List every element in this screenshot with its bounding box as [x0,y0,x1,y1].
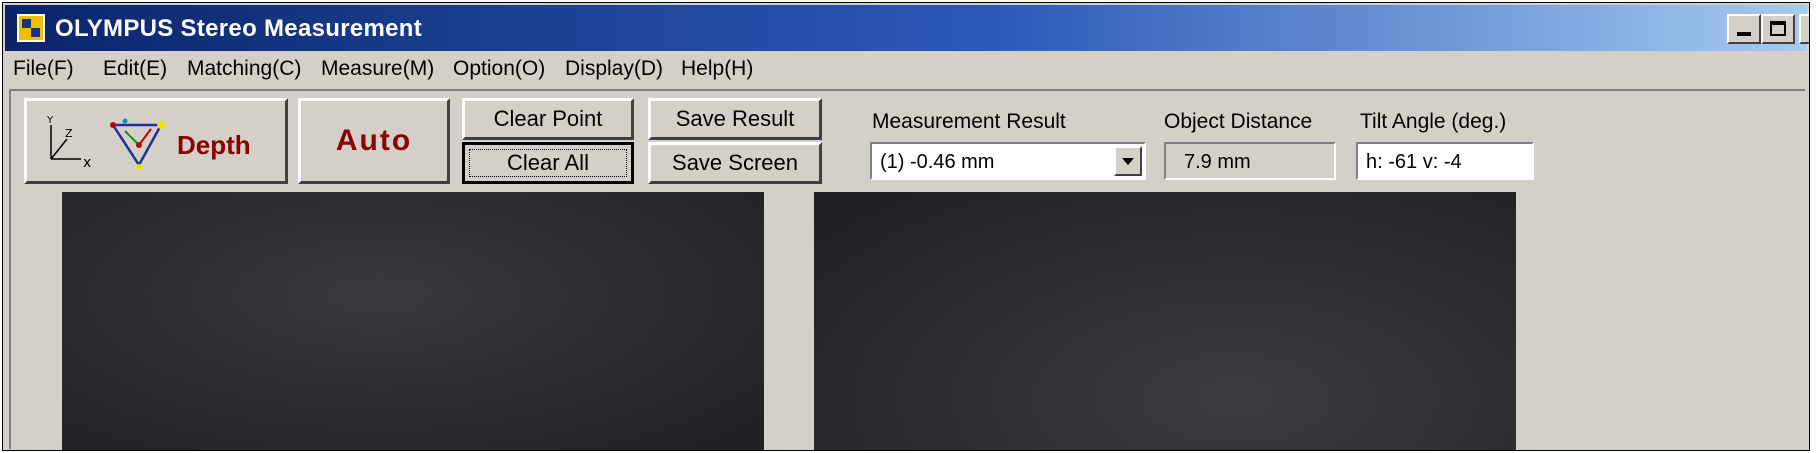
window-title: OLYMPUS Stereo Measurement [55,15,423,42]
dropdown-button[interactable] [1114,146,1142,176]
close-icon: ✕ [1807,18,1809,40]
menu-help[interactable]: Help(H) [681,57,753,81]
tilt-angle-field: h: -61 v: -4 [1356,142,1534,180]
app-logo-icon[interactable] [17,14,45,42]
clear-point-label: Clear Point [493,106,603,131]
object-distance-value: 7.9 mm [1184,151,1251,173]
tilt-angle-value: h: -61 v: -4 [1366,151,1462,173]
xyz-axes-icon: Y Z x [46,115,91,171]
minimize-icon [1737,32,1751,36]
auto-button[interactable]: Auto [298,98,450,184]
tilt-angle-label: Tilt Angle (deg.) [1360,110,1507,133]
save-result-label: Save Result [675,106,795,131]
focus-rectangle [469,149,627,177]
object-distance-field: 7.9 mm [1164,142,1336,180]
right-stereo-image[interactable] [814,192,1516,450]
menu-file[interactable]: File(F) [13,57,74,81]
save-result-button[interactable]: Save Result [648,98,822,140]
menu-edit[interactable]: Edit(E) [103,57,167,81]
menu-option[interactable]: Option(O) [453,57,545,81]
menu-measure[interactable]: Measure(M) [321,57,434,81]
svg-text:x: x [83,155,91,171]
triangle-measure-icon [110,118,165,170]
save-screen-label: Save Screen [672,150,798,175]
title-bar[interactable]: OLYMPUS Stereo Measurement ✕ [5,5,1809,51]
clear-all-button[interactable]: Clear All [462,142,634,184]
menu-bar: File(F) Edit(E) Matching(C) Measure(M) O… [5,51,1807,89]
maximize-icon [1770,21,1786,36]
svg-text:Y: Y [46,115,54,126]
depth-mode-button[interactable]: Y Z x Depth [24,98,288,184]
chevron-down-icon [1122,158,1134,165]
minimize-button[interactable] [1727,14,1761,44]
measurement-result-dropdown[interactable]: (1) -0.46 mm [870,142,1146,180]
clear-point-button[interactable]: Clear Point [462,98,634,140]
object-distance-label: Object Distance [1164,110,1313,133]
save-screen-button[interactable]: Save Screen [648,142,822,184]
measurement-result-value: (1) -0.46 mm [880,151,995,173]
menu-matching[interactable]: Matching(C) [187,57,301,81]
svg-text:Z: Z [65,127,73,140]
close-button[interactable]: ✕ [1799,14,1809,44]
menu-display[interactable]: Display(D) [565,57,663,81]
maximize-button[interactable] [1761,14,1795,44]
depth-label: Depth [177,130,251,160]
auto-label: Auto [335,124,413,157]
measurement-result-label: Measurement Result [872,110,1066,133]
left-stereo-image[interactable] [62,192,764,450]
